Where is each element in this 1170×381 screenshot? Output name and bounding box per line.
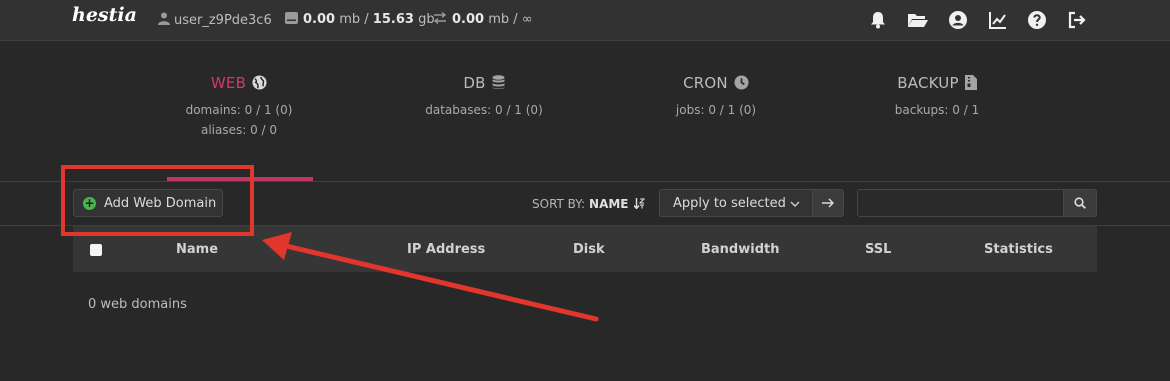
username-display[interactable]: user_z9Pde3c6 <box>158 12 272 28</box>
username-text: user_z9Pde3c6 <box>174 13 272 28</box>
column-header-name[interactable]: Name <box>176 242 218 257</box>
disk-total-value: 15.63 <box>372 12 414 27</box>
disk-used-value: 0.00 <box>303 12 336 27</box>
hard-drive-icon <box>285 12 298 24</box>
user-icon <box>158 12 170 25</box>
bandwidth-total-value: ∞ <box>521 12 533 27</box>
bandwidth-used-unit: mb <box>488 12 510 27</box>
tab-cron-label: CRON <box>683 74 728 92</box>
tab-web-aliases: aliases: 0 / 0 <box>200 123 278 137</box>
chart-line-icon[interactable] <box>988 10 1008 30</box>
bulk-action-selected: Apply to selected <box>673 196 786 211</box>
disk-usage: 0.00 mb / 15.63 gb <box>285 12 435 27</box>
bandwidth-used-value: 0.00 <box>452 12 485 27</box>
user-circle-icon[interactable] <box>948 10 968 30</box>
tab-web-domains: domains: 0 / 1 (0) <box>185 103 293 117</box>
column-header-statistics[interactable]: Statistics <box>984 242 1053 257</box>
tab-backup-title-row: BACKUP <box>837 74 1037 92</box>
tab-backup-backups: backups: 0 / 1 <box>894 103 980 117</box>
sort-direction-icon <box>633 198 646 210</box>
select-all-checkbox[interactable] <box>90 244 102 256</box>
tab-backup-meta: backups: 0 / 1 <box>837 100 1037 120</box>
sort-field-label: NAME <box>589 197 629 211</box>
tab-db-meta: databases: 0 / 1 (0) <box>384 100 584 120</box>
exchange-icon <box>433 11 447 25</box>
column-header-bandwidth[interactable]: Bandwidth <box>701 242 779 257</box>
database-icon <box>492 75 505 89</box>
search-icon <box>1074 197 1086 209</box>
tab-db-databases: databases: 0 / 1 (0) <box>425 103 543 117</box>
tab-db-title-row: DB <box>384 74 584 92</box>
tab-web-label: WEB <box>210 74 247 92</box>
column-header-ip-address[interactable]: IP Address <box>407 242 485 257</box>
column-header-ssl[interactable]: SSL <box>865 242 891 257</box>
clock-icon <box>734 75 749 90</box>
hestia-logo[interactable]: hestia <box>72 4 137 26</box>
file-archive-icon <box>964 75 977 90</box>
disk-used-unit: mb <box>339 12 361 27</box>
logout-icon[interactable] <box>1067 10 1087 30</box>
tab-backup[interactable]: BACKUP backups: 0 / 1 <box>837 74 1037 120</box>
arrow-right-icon <box>822 198 835 208</box>
sort-by-label: SORT BY: <box>532 197 586 211</box>
tab-cron[interactable]: CRON jobs: 0 / 1 (0) <box>616 74 816 120</box>
empty-state-text: 0 web domains <box>88 297 187 312</box>
annotation-highlight-box <box>61 165 254 236</box>
sort-by-control[interactable]: SORT BY: NAME <box>532 197 646 211</box>
tab-cron-jobs: jobs: 0 / 1 (0) <box>675 103 757 117</box>
tab-web[interactable]: WEB domains: 0 / 1 (0) aliases: 0 / 0 <box>139 74 339 140</box>
tab-web-title-row: WEB <box>139 74 339 92</box>
stats-tabs: WEB domains: 0 / 1 (0) aliases: 0 / 0 DB… <box>0 41 1170 181</box>
help-icon[interactable] <box>1027 10 1047 30</box>
bell-icon[interactable] <box>868 10 888 30</box>
chevron-down-icon <box>790 201 800 207</box>
search-input[interactable] <box>857 189 1064 217</box>
apply-go-button[interactable] <box>812 189 844 217</box>
tab-cron-meta: jobs: 0 / 1 (0) <box>616 100 816 120</box>
search-button[interactable] <box>1063 189 1097 217</box>
folder-icon[interactable] <box>907 10 929 30</box>
tab-backup-label: BACKUP <box>897 74 959 92</box>
tab-cron-title-row: CRON <box>616 74 816 92</box>
tab-db-label: DB <box>463 74 486 92</box>
tab-web-meta: domains: 0 / 1 (0) aliases: 0 / 0 <box>139 100 339 140</box>
top-bar: hestia user_z9Pde3c6 0.00 mb / 15.63 gb … <box>0 0 1170 41</box>
globe-icon <box>252 75 267 90</box>
bandwidth-usage: 0.00 mb / ∞ <box>433 11 533 27</box>
column-header-disk[interactable]: Disk <box>573 242 605 257</box>
bulk-action-select[interactable]: Apply to selected <box>659 189 813 217</box>
tab-db[interactable]: DB databases: 0 / 1 (0) <box>384 74 584 120</box>
